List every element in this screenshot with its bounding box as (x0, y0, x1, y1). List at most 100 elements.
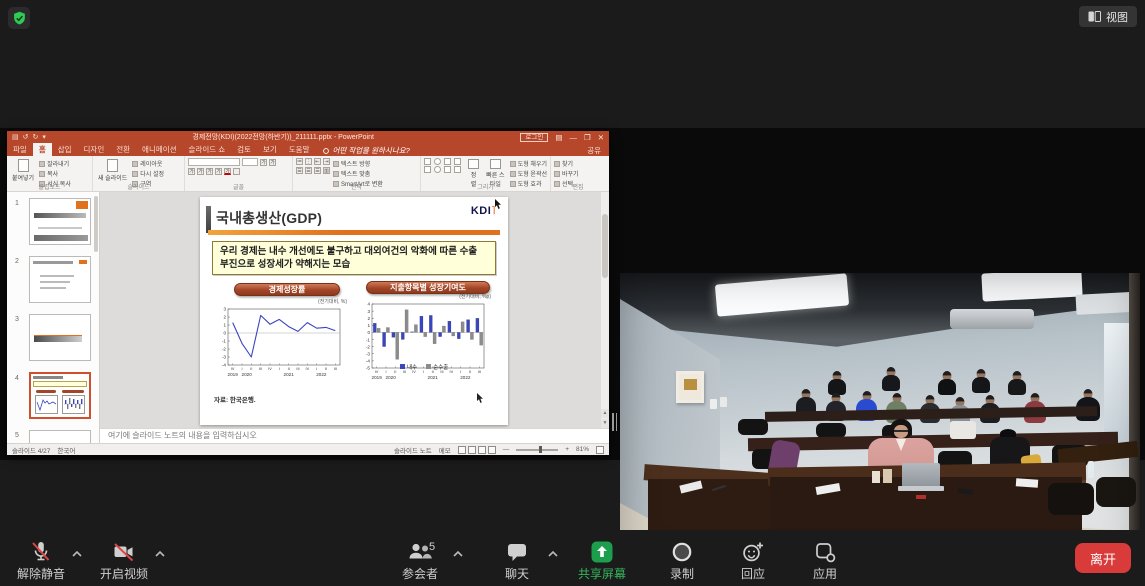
slide-scrollbar[interactable]: ▲ ▼ (601, 192, 609, 428)
thumb4-chart-left (35, 395, 58, 414)
share-screen-button[interactable]: 共享屏幕 (574, 538, 630, 582)
redo-icon: ↻ (33, 133, 39, 141)
gdp-growth-chart-panel: -4-3-2-10123IVIIIIIIIVIIIIIIIVIIIIII2019… (217, 305, 347, 383)
chart-legend: 내수 순수출 (400, 363, 448, 371)
ppt-quick-access-toolbar: ▤ ↺ ↻ ▾ (12, 133, 46, 141)
language-indicator[interactable]: 한국어 (57, 445, 75, 455)
slide-scrollbar-thumb[interactable] (602, 214, 608, 278)
italic-icon: 가 (197, 168, 204, 175)
apps-button[interactable]: 应用 (797, 538, 853, 582)
laptop-screen (902, 463, 940, 487)
previous-slide-button[interactable]: ▲ (601, 409, 609, 418)
slideshow-view-icon[interactable] (488, 446, 496, 454)
svg-text:II: II (469, 370, 471, 374)
slide-message-box: 우리 경제는 내수 개선에도 불구하고 대외여건의 악화에 따른 수출 부진으로… (212, 241, 496, 275)
audio-options-caret[interactable] (71, 546, 83, 560)
shape-oval-icon (434, 166, 441, 173)
leave-meeting-button[interactable]: 离开 (1075, 543, 1131, 573)
shrink-font-icon: 가 (269, 159, 276, 166)
chat-button[interactable]: 聊天 (489, 538, 545, 582)
reactions-button[interactable]: 回应 (725, 538, 781, 582)
kdi-logo: KDI˥ (471, 205, 496, 217)
svg-text:-3: -3 (222, 355, 227, 360)
zoom-slider[interactable] (516, 449, 558, 451)
security-shield-button[interactable] (8, 7, 30, 29)
ribbon-group-slides: 새 슬라이드 레이아웃 다시 설정 구역 슬라이드 (93, 156, 185, 192)
shape-outline-button: 도형 윤곽선 (510, 169, 547, 178)
slide-title-underline (208, 230, 500, 235)
zoom-percent[interactable]: 81% (576, 446, 589, 453)
replace-icon (554, 171, 560, 177)
highlight-icon (233, 168, 240, 175)
participants-button[interactable]: 5 参会者 (392, 538, 448, 582)
find-icon (554, 161, 560, 167)
zoom-out-button[interactable]: — (503, 446, 510, 453)
cut-button: 잘라내기 (39, 159, 71, 168)
ribbon-group-paragraph: ≔ ⋮ ⇤ ⇥ ☰ ☰ ☰ ▥ 텍스트 방향 (293, 156, 421, 192)
svg-text:1: 1 (367, 323, 370, 328)
svg-text:III: III (478, 370, 481, 374)
participants-options-caret[interactable] (452, 546, 464, 560)
shape-line-icon (444, 158, 451, 165)
attendee-figure (882, 367, 900, 391)
ribbon-group-editing: 찾기 바꾸기 선택 편집 (551, 156, 605, 192)
paste-button: 붙여넣기 (10, 158, 36, 182)
thumbnail-scrollbar[interactable] (94, 196, 98, 252)
right-wall-edge (1129, 273, 1140, 568)
video-options-caret[interactable] (154, 546, 166, 560)
normal-view-icon[interactable] (458, 446, 466, 454)
align-center-icon: ☰ (305, 167, 312, 174)
zoom-slider-thumb[interactable] (539, 446, 542, 453)
video-tile[interactable]: Xiaolin HU (620, 273, 1140, 568)
chat-options-caret[interactable] (547, 546, 559, 560)
reading-view-icon[interactable] (478, 446, 486, 454)
svg-text:I: I (241, 367, 242, 371)
tab-review: 검토 (231, 143, 257, 156)
record-button[interactable]: 录制 (654, 538, 710, 582)
shared-screen-powerpoint[interactable]: ▤ ↺ ↻ ▾ 경제전망(KDI)(2022전망(하반기))_211111.pp… (7, 131, 609, 455)
thumb4-line-mini (36, 396, 57, 413)
slide-title-accent (206, 206, 211, 233)
zoom-in-button[interactable]: + (565, 446, 569, 453)
slide-thumbnail-4-selected[interactable] (29, 372, 91, 419)
svg-text:IV: IV (450, 370, 454, 374)
view-button[interactable]: 视图 (1079, 6, 1137, 27)
chevron-up-icon (452, 550, 464, 557)
notes-input[interactable]: 여기에 슬라이드 노트의 내용을 입력하십시오 (100, 428, 609, 443)
slide-sorter-icon[interactable] (468, 446, 476, 454)
chevron-up-icon (71, 550, 83, 557)
slide-thumbnail-panel: 1 2 3 (7, 192, 100, 443)
thumb1-title-bar (34, 213, 86, 218)
thumb4-pill (36, 390, 56, 393)
pane-resize-handle[interactable] (610, 410, 619, 434)
laptop-base (898, 486, 944, 491)
start-video-button[interactable]: 开启视频 (96, 538, 152, 582)
thumb1-footer-bar (34, 235, 88, 241)
align-left-icon: ☰ (296, 167, 303, 174)
thumb4-yellow-box (33, 381, 87, 387)
svg-text:-2: -2 (222, 347, 227, 352)
unmute-button[interactable]: 解除静音 (13, 538, 69, 582)
fit-to-window-icon[interactable] (596, 446, 604, 454)
svg-text:1: 1 (223, 323, 226, 328)
legend-item-domestic: 내수 (400, 363, 417, 371)
view-shortcut-buttons[interactable] (458, 446, 496, 454)
gdp-line-chart: -4-3-2-10123IVIIIIIIIVIIIIIIIVIIIIII2019… (217, 305, 347, 383)
thumb-number: 1 (15, 200, 19, 207)
shield-check-icon (12, 11, 27, 26)
tab-home: 홈 (33, 143, 52, 156)
svg-text:III: III (296, 367, 299, 371)
attendee-figure (972, 369, 990, 393)
notes-toggle[interactable]: 슬라이드 노트 (394, 445, 432, 455)
next-slide-button[interactable]: ▼ (601, 419, 609, 428)
ppt-share-label: 공유 (587, 145, 601, 156)
view-label: 视图 (1106, 9, 1128, 25)
thumb4-bars-mini (63, 396, 84, 413)
memo-toggle[interactable]: 메모 (439, 445, 451, 455)
svg-text:II: II (394, 370, 396, 374)
font-color-icon: 가 (224, 168, 231, 175)
share-screen-icon (589, 539, 615, 565)
reset-button: 다시 설정 (132, 169, 164, 178)
reactions-smiley-icon (740, 539, 766, 565)
chevron-up-icon (154, 550, 166, 557)
